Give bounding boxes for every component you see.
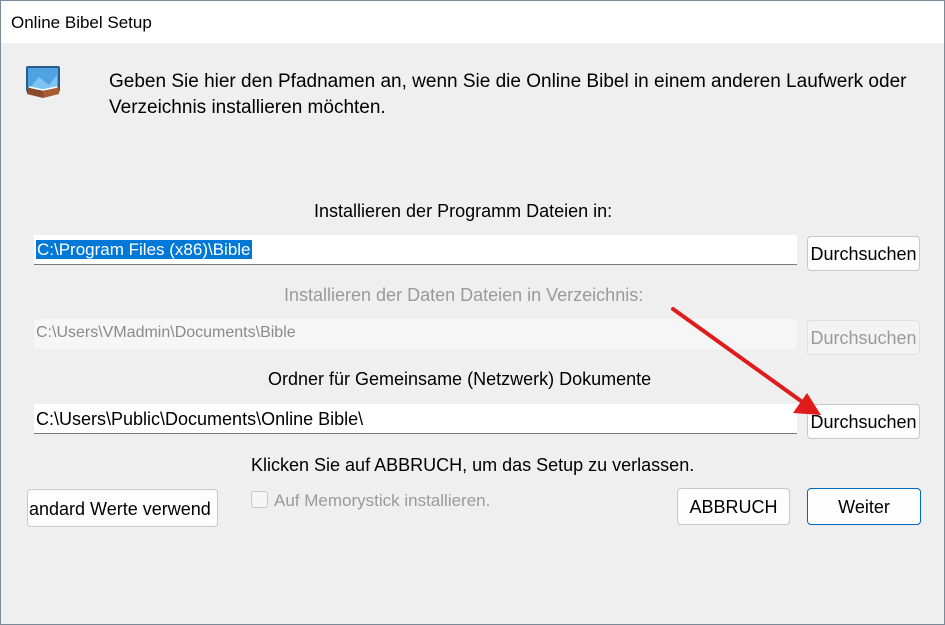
bible-computer-icon xyxy=(26,66,60,98)
shared-docs-label: Ordner für Gemeinsame (Netzwerk) Dokumen… xyxy=(268,369,652,389)
window-title: Online Bibel Setup xyxy=(11,13,152,32)
data-dir-label: Installieren der Daten Dateien in Verzei… xyxy=(284,285,644,305)
title-bar[interactable]: Online Bibel Setup xyxy=(1,1,944,43)
cancel-button[interactable]: ABBRUCH xyxy=(677,488,790,525)
intro-text: Geben Sie hier den Pfadnamen an, wenn Si… xyxy=(109,71,907,118)
program-path-value: C:\Program Files (x86)\Bible xyxy=(36,240,252,259)
program-files-label: Installieren der Programm Dateien in: xyxy=(314,201,613,221)
cancel-hint: Klicken Sie auf ABBRUCH, um das Setup zu… xyxy=(251,455,695,475)
memorystick-checkbox xyxy=(251,491,268,508)
shared-path-value: C:\Users\Public\Documents\Online Bible\ xyxy=(36,409,364,429)
setup-window: Online Bibel Setup Geben Sie hier den Pf… xyxy=(0,0,945,625)
data-dir-value: C:\Users\VMadmin\Documents\Bible xyxy=(36,324,296,341)
red-arrow-annotation xyxy=(671,307,821,415)
program-path-input[interactable]: C:\Program Files (x86)\Bible xyxy=(34,235,797,265)
memorystick-label: Auf Memorystick installieren. xyxy=(274,491,491,510)
defaults-button[interactable]: andard Werte verwend xyxy=(27,489,218,527)
program-browse-button[interactable]: Durchsuchen xyxy=(807,236,920,271)
next-button[interactable]: Weiter xyxy=(807,488,921,525)
